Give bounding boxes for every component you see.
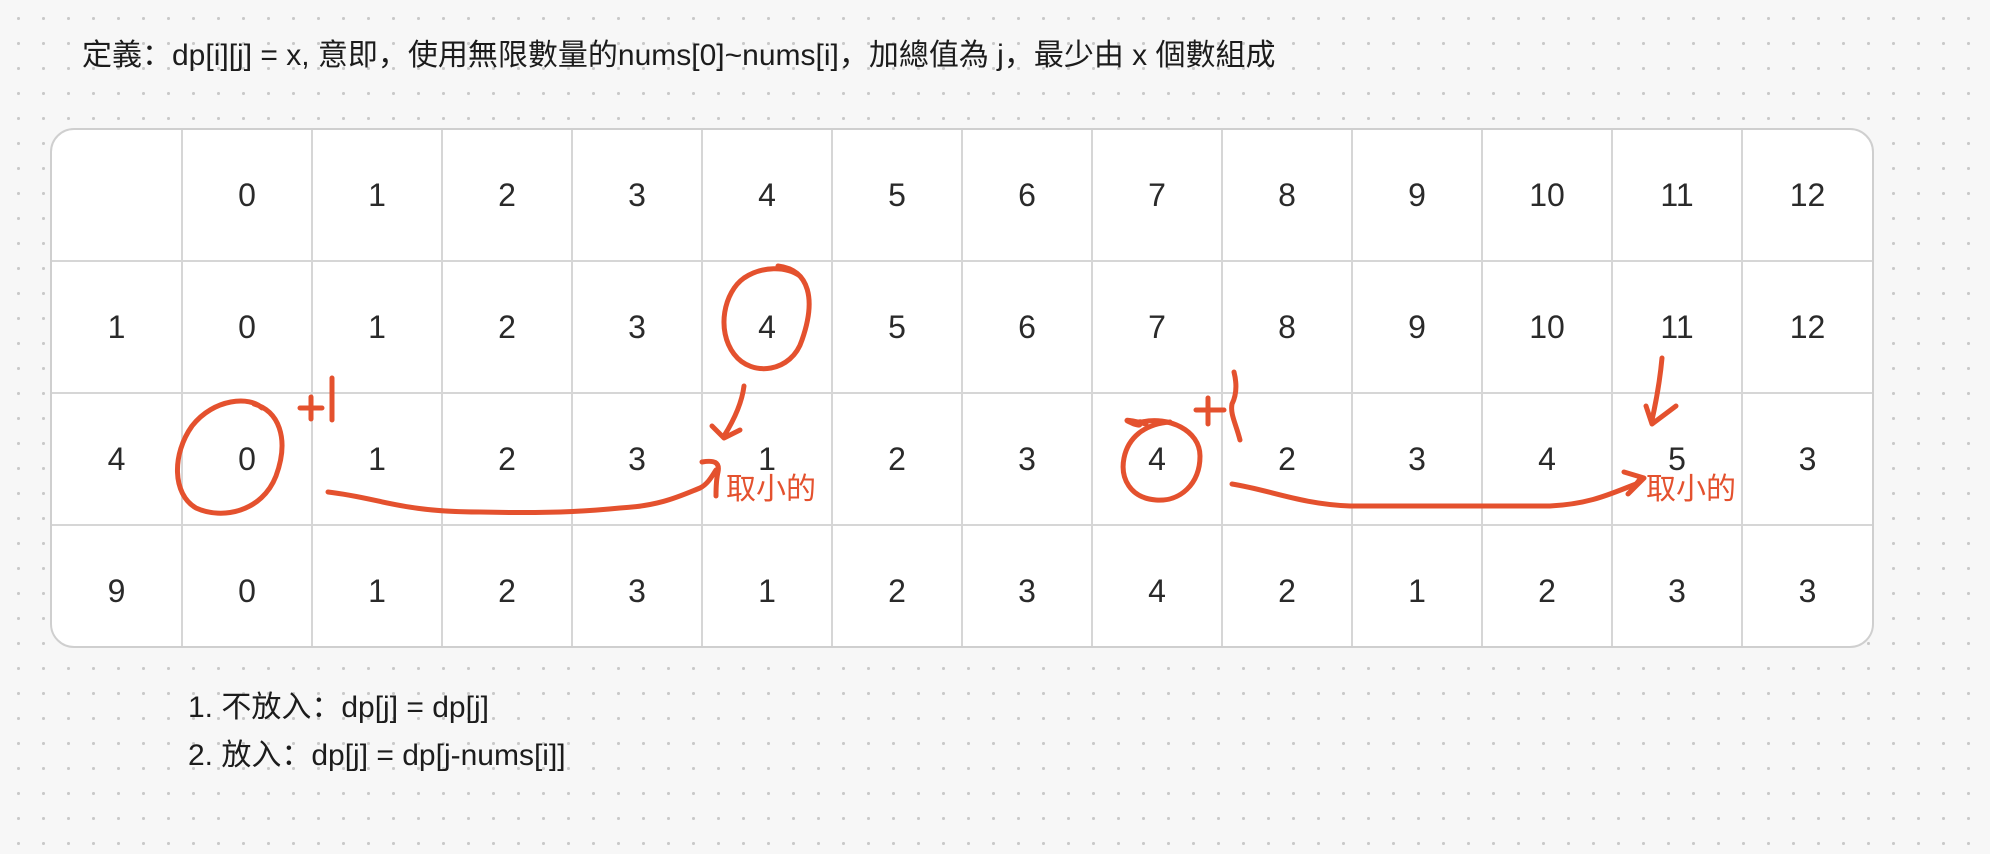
table-cell: 3: [571, 524, 703, 646]
table-cell: 2: [831, 392, 963, 526]
table-row: 1 0 1 2 3 4 5 6 7 8 9 10 11 12: [52, 260, 1872, 394]
table-cell: 1: [311, 260, 443, 394]
header-cell: 12: [1741, 130, 1872, 262]
table-cell: 3: [571, 392, 703, 526]
table-cell: 7: [1091, 260, 1223, 394]
header-cell: 9: [1351, 130, 1483, 262]
table-cell: 3: [1611, 524, 1743, 646]
table-cell: 3: [1741, 392, 1872, 526]
table-cell: 4: [1481, 392, 1613, 526]
table-cell: 2: [831, 524, 963, 646]
table-cell: 4: [701, 260, 833, 394]
table-cell: 3: [1351, 392, 1483, 526]
table-cell: 8: [1221, 260, 1353, 394]
table-cell: 0: [181, 392, 313, 526]
header-cell: 4: [701, 130, 833, 262]
table-row: 4 0 1 2 3 1 2 3 4 2 3 4 5 3: [52, 392, 1872, 526]
table-cell: 5: [831, 260, 963, 394]
table-cell: 6: [961, 260, 1093, 394]
table-cell: 4: [1091, 524, 1223, 646]
header-cell: 7: [1091, 130, 1223, 262]
table-cell: 1: [311, 524, 443, 646]
table-cell: 12: [1741, 260, 1872, 394]
header-cell: 5: [831, 130, 963, 262]
header-corner-cell: [52, 130, 183, 262]
dp-table-card: 0 1 2 3 4 5 6 7 8 9 10 11 12 1 0 1 2 3 4…: [50, 128, 1874, 648]
take-min-label-left: 取小的: [726, 473, 816, 506]
table-cell: 3: [961, 392, 1093, 526]
table-cell: 0: [181, 260, 313, 394]
header-cell: 0: [181, 130, 313, 262]
table-cell: 4: [1091, 392, 1223, 526]
header-cell: 6: [961, 130, 1093, 262]
table-cell: 1: [701, 524, 833, 646]
table-cell: 0: [181, 524, 313, 646]
header-cell: 10: [1481, 130, 1613, 262]
table-cell: 2: [1221, 392, 1353, 526]
table-cell: 2: [1481, 524, 1613, 646]
header-cell: 1: [311, 130, 443, 262]
table-cell: 9: [1351, 260, 1483, 394]
table-cell: 2: [441, 392, 573, 526]
header-cell: 8: [1221, 130, 1353, 262]
table-cell: 3: [1741, 524, 1872, 646]
note-item: 1. 不放入：dp[j] = dp[j]: [188, 691, 489, 724]
table-cell: 1: [311, 392, 443, 526]
notes-list: 1. 不放入：dp[j] = dp[j] 2. 放入：dp[j] = dp[j-…: [188, 684, 566, 780]
header-cell: 2: [441, 130, 573, 262]
table-header-row: 0 1 2 3 4 5 6 7 8 9 10 11 12: [52, 130, 1872, 262]
definition-text: 定義：dp[i][j] = x, 意即，使用無限數量的nums[0]~nums[…: [82, 39, 1276, 72]
table-cell: 11: [1611, 260, 1743, 394]
note-item: 2. 放入：dp[j] = dp[j-nums[i]]: [188, 739, 566, 772]
table-cell: 1: [1351, 524, 1483, 646]
table-cell: 3: [961, 524, 1093, 646]
table-cell: 2: [441, 524, 573, 646]
table-cell: 3: [571, 260, 703, 394]
table-cell: 2: [441, 260, 573, 394]
header-cell: 11: [1611, 130, 1743, 262]
header-cell: 3: [571, 130, 703, 262]
row-label-cell: 9: [52, 524, 183, 646]
dp-table: 0 1 2 3 4 5 6 7 8 9 10 11 12 1 0 1 2 3 4…: [52, 130, 1872, 646]
table-cell: 10: [1481, 260, 1613, 394]
row-label-cell: 4: [52, 392, 183, 526]
table-cell: 2: [1221, 524, 1353, 646]
take-min-label-right: 取小的: [1646, 473, 1736, 506]
row-label-cell: 1: [52, 260, 183, 394]
table-row: 9 0 1 2 3 1 2 3 4 2 1 2 3 3: [52, 524, 1872, 646]
